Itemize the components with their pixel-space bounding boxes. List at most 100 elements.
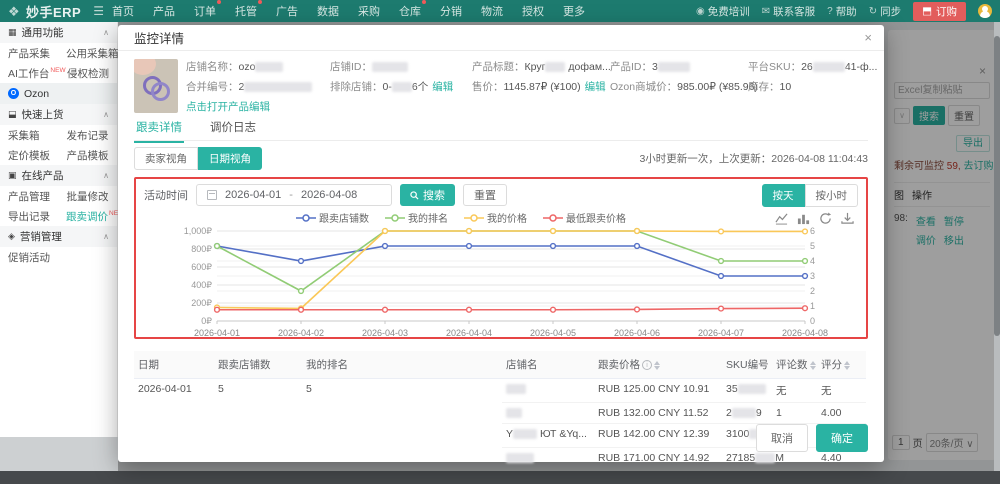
window-bottom-edge: [0, 471, 1000, 484]
nav-distribution[interactable]: 分销: [440, 3, 462, 19]
sidebar-item-product-manage[interactable]: 产品管理: [0, 189, 59, 204]
nav-purchase[interactable]: 采购: [358, 3, 380, 19]
bar-chart-icon[interactable]: [797, 212, 810, 225]
sort-icon[interactable]: [809, 360, 816, 370]
cell-rank: 5: [306, 383, 312, 395]
sidebar-item-collect-box[interactable]: 采集箱: [0, 128, 59, 143]
date-view-button[interactable]: 日期视角: [198, 147, 262, 170]
sidebar-item-export-records[interactable]: 导出记录: [0, 209, 58, 224]
legend-item[interactable]: 我的排名: [385, 210, 448, 225]
product-image[interactable]: [134, 59, 178, 113]
info-icon: i: [642, 360, 652, 371]
confirm-button[interactable]: 确定: [816, 424, 868, 452]
nav-products[interactable]: 产品: [153, 3, 175, 19]
legend-item[interactable]: 我的价格: [464, 210, 527, 225]
table-row: 2026-04-01 5 5 00000 RUB 125.00 CNY 10.9…: [134, 378, 866, 403]
col-follow-price[interactable]: 跟卖价格 i: [594, 351, 722, 379]
nav-hosting[interactable]: 托管: [235, 0, 262, 19]
tab-price-log[interactable]: 调价日志: [208, 117, 258, 141]
search-button[interactable]: 搜索: [400, 184, 455, 206]
sidebar-item-publish-records[interactable]: 发布记录: [59, 128, 118, 143]
svg-text:600₽: 600₽: [191, 262, 212, 272]
merge-no-field: 合并编号：200000000000000000: [186, 79, 313, 94]
help-link[interactable]: ? 帮助: [827, 4, 857, 19]
legend-item[interactable]: 跟卖店铺数: [296, 210, 369, 225]
product-title-field: 产品标题：Круг00000 дофам...: [472, 61, 611, 73]
reset-button[interactable]: 重置: [463, 184, 507, 206]
menu-toggle-icon[interactable]: ☰: [93, 4, 104, 18]
svg-text:2026-04-08: 2026-04-08: [782, 328, 828, 338]
sidebar-item-pricing-template[interactable]: 定价模板: [0, 148, 59, 163]
svg-text:2026-04-05: 2026-04-05: [530, 328, 576, 338]
tab-follow-detail[interactable]: 跟卖详情: [134, 117, 184, 143]
legend-item[interactable]: 最低跟卖价格: [543, 210, 626, 225]
sidebar-item-batch-modify[interactable]: 批量修改: [59, 189, 118, 204]
nav-data[interactable]: 数据: [317, 3, 339, 19]
sidebar-item-ozon[interactable]: Ozon: [0, 83, 117, 104]
svg-text:2026-04-07: 2026-04-07: [698, 328, 744, 338]
cell-store: 0000000: [502, 448, 594, 469]
sidebar-section-online-products[interactable]: ▣ 在线产品 ∧: [0, 165, 117, 186]
cart-icon: ⬒: [922, 5, 932, 17]
sort-icon[interactable]: [844, 360, 850, 370]
date-range-input[interactable]: 2026-04-01 - 2026-04-08: [196, 184, 392, 206]
sync-link[interactable]: ↻ 同步: [869, 4, 901, 19]
shop-id-field: 店铺ID：000000000: [330, 59, 409, 74]
svg-text:2026-04-06: 2026-04-06: [614, 328, 660, 338]
nav-orders[interactable]: 订单: [194, 0, 221, 19]
nav-authorization[interactable]: 授权: [522, 3, 544, 19]
sidebar-item-public-box[interactable]: 公用采集箱: [58, 46, 119, 61]
scrollbar-thumb[interactable]: [994, 36, 1000, 336]
col-rating[interactable]: 评分: [817, 351, 866, 379]
edit-price-link[interactable]: 编辑: [585, 81, 606, 93]
notification-dot: [422, 0, 426, 4]
col-sku: SKU编号: [722, 351, 772, 379]
open-product-edit-link[interactable]: 点击打开产品编辑: [186, 101, 270, 113]
app-logo[interactable]: ❖ 妙手ERP: [0, 2, 91, 21]
nav-warehouse[interactable]: 仓库: [399, 0, 426, 19]
svg-text:2026-04-01: 2026-04-01: [194, 328, 240, 338]
modal-tabs: 跟卖详情 调价日志: [134, 117, 868, 143]
headset-icon: ◉: [696, 5, 705, 17]
col-comments[interactable]: 评论数: [772, 351, 817, 379]
sidebar-item-product-collect[interactable]: 产品采集: [0, 46, 58, 61]
sidebar-item-promotions[interactable]: 促销活动: [0, 250, 59, 265]
cancel-button[interactable]: 取消: [756, 424, 808, 452]
sidebar-section-quick-listing[interactable]: ⬓ 快速上货 ∧: [0, 104, 117, 125]
subscribe-button[interactable]: ⬒ 订购: [913, 1, 966, 21]
sidebar: ▦ 通用功能 ∧ 产品采集 公用采集箱 AI工作台NEW 侵权检测 Ozon ⬓…: [0, 22, 124, 437]
nav-home[interactable]: 首页: [112, 3, 134, 19]
sort-icon[interactable]: [654, 360, 660, 370]
notification-dot: [258, 0, 262, 4]
col-my-rank: 我的排名: [302, 351, 502, 379]
topbar-right: ◉ 免费培训 ✉ 联系客服 ? 帮助 ↻ 同步 ⬒ 订购: [696, 1, 1000, 21]
sidebar-section-marketing[interactable]: ◈ 营销管理 ∧: [0, 226, 117, 247]
by-hour-button[interactable]: 按小时: [804, 184, 858, 207]
product-info: 店铺名称：ozo0000000 店铺ID：000000000 产品标题：Круг…: [134, 57, 877, 117]
nav-more[interactable]: 更多: [563, 3, 585, 19]
modal-close-icon[interactable]: ×: [864, 30, 872, 45]
nav-logistics[interactable]: 物流: [481, 3, 503, 19]
refresh-icon[interactable]: [819, 212, 832, 225]
sidebar-item-follow-pricing[interactable]: 跟卖调价NEW: [58, 209, 124, 224]
download-icon[interactable]: [841, 212, 854, 225]
sidebar-item-infringement-check[interactable]: 侵权检测: [59, 66, 117, 81]
search-icon: [410, 190, 419, 200]
sidebar-item-ai-workbench[interactable]: AI工作台NEW: [0, 66, 66, 81]
edit-exclude-link[interactable]: 编辑: [432, 81, 453, 93]
sidebar-section-general[interactable]: ▦ 通用功能 ∧: [0, 22, 117, 43]
seller-view-button[interactable]: 卖家视角: [134, 147, 198, 170]
logo-icon: ❖: [8, 3, 20, 19]
user-avatar[interactable]: [978, 4, 992, 18]
activity-time-label: 活动时间: [144, 190, 188, 202]
contact-support-link[interactable]: ✉ 联系客服: [762, 4, 815, 19]
scrollbar[interactable]: [994, 22, 1000, 471]
by-day-button[interactable]: 按天: [761, 184, 805, 207]
nav-ads[interactable]: 广告: [276, 3, 298, 19]
cell-price: RUB 132.00 CNY 11.52: [594, 402, 722, 424]
sidebar-item-product-template[interactable]: 产品模板: [59, 148, 118, 163]
svg-text:2026-04-04: 2026-04-04: [446, 328, 492, 338]
free-training-link[interactable]: ◉ 免费培训: [696, 4, 750, 19]
svg-text:2026-04-02: 2026-04-02: [278, 328, 324, 338]
chevron-up-icon: ∧: [103, 28, 109, 37]
